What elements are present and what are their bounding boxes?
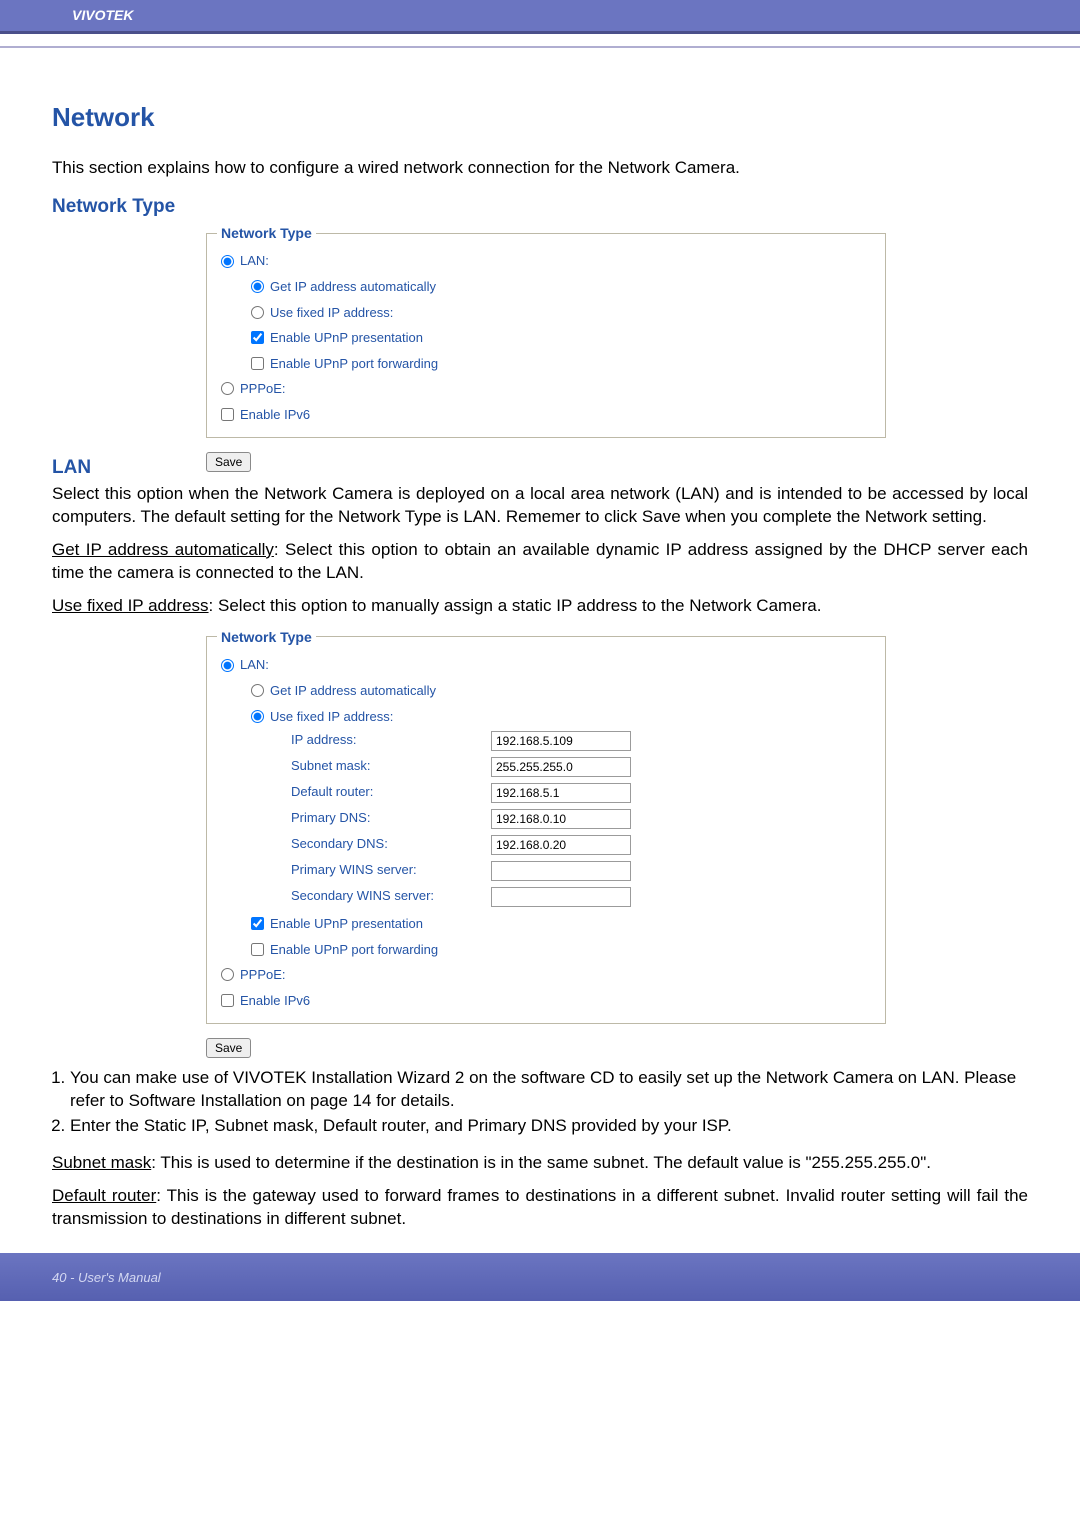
get-ip-label-2: Get IP address automatically [270, 682, 436, 700]
use-fixed-row-2: Use fixed IP address: [217, 704, 875, 730]
ip-address-field[interactable] [491, 731, 631, 751]
pppoe-row: PPPoE: [217, 376, 875, 402]
save-button-1[interactable]: Save [206, 452, 251, 472]
lan-radio[interactable] [221, 255, 234, 268]
network-type-heading: Network Type [52, 194, 1028, 220]
upnp-pres-label-2: Enable UPnP presentation [270, 915, 423, 933]
ipv6-label-2: Enable IPv6 [240, 992, 310, 1010]
pppoe-radio[interactable] [221, 382, 234, 395]
notes-list: You can make use of VIVOTEK Installation… [70, 1067, 1028, 1138]
section-intro: This section explains how to configure a… [52, 157, 1028, 180]
primary-dns-field[interactable] [491, 809, 631, 829]
secondary-dns-field[interactable] [491, 835, 631, 855]
defroute-underline: Default router [52, 1186, 156, 1205]
use-fixed-radio-2[interactable] [251, 710, 264, 723]
defroute-desc: : This is the gateway used to forward fr… [52, 1186, 1028, 1228]
lan-heading: LAN [52, 455, 1028, 481]
ipv6-row-2: Enable IPv6 [217, 988, 875, 1014]
lan-paragraph: Select this option when the Network Came… [52, 483, 1028, 529]
get-ip-para: Get IP address automatically: Select thi… [52, 539, 1028, 585]
network-type-panel-2: Network Type LAN: Get IP address automat… [206, 628, 886, 1025]
use-fixed-label: Use fixed IP address: [270, 304, 393, 322]
ipv6-label: Enable IPv6 [240, 406, 310, 424]
header-brand: VIVOTEK [0, 0, 1080, 34]
footer-page: 40 - User's Manual [52, 1270, 161, 1285]
secondary-wins-label: Secondary WINS server: [291, 887, 491, 907]
subnet-para: Subnet mask: This is used to determine i… [52, 1152, 1028, 1175]
pppoe-label: PPPoE: [240, 380, 286, 398]
get-ip-row: Get IP address automatically [217, 274, 875, 300]
upnp-pres-row: Enable UPnP presentation [217, 325, 875, 351]
panel1-legend: Network Type [217, 224, 316, 243]
lan-para-text: Select this option when the Network Came… [52, 484, 1028, 526]
ip-grid: IP address: Subnet mask: Default router:… [217, 731, 875, 907]
network-type-panel-1: Network Type LAN: Get IP address automat… [206, 224, 886, 439]
upnp-port-row-2: Enable UPnP port forwarding [217, 937, 875, 963]
upnp-port-label-2: Enable UPnP port forwarding [270, 941, 438, 959]
secondary-dns-label: Secondary DNS: [291, 835, 491, 855]
subnet-underline: Subnet mask [52, 1153, 151, 1172]
note-1: You can make use of VIVOTEK Installation… [70, 1067, 1028, 1113]
primary-wins-label: Primary WINS server: [291, 861, 491, 881]
note-2: Enter the Static IP, Subnet mask, Defaul… [70, 1115, 1028, 1138]
pppoe-row-2: PPPoE: [217, 962, 875, 988]
upnp-port-checkbox[interactable] [251, 357, 264, 370]
default-router-label: Default router: [291, 783, 491, 803]
section-title: Network [52, 100, 1028, 135]
save-button-2[interactable]: Save [206, 1038, 251, 1058]
footer: 40 - User's Manual [0, 1253, 1080, 1301]
use-fixed-desc: : Select this option to manually assign … [209, 596, 822, 615]
panel2-legend: Network Type [217, 628, 316, 647]
upnp-port-checkbox-2[interactable] [251, 943, 264, 956]
lan-radio-2[interactable] [221, 659, 234, 672]
primary-dns-label: Primary DNS: [291, 809, 491, 829]
get-ip-label: Get IP address automatically [270, 278, 436, 296]
upnp-pres-row-2: Enable UPnP presentation [217, 911, 875, 937]
upnp-pres-checkbox[interactable] [251, 331, 264, 344]
use-fixed-para: Use fixed IP address: Select this option… [52, 595, 1028, 618]
get-ip-row-2: Get IP address automatically [217, 678, 875, 704]
defroute-para: Default router: This is the gateway used… [52, 1185, 1028, 1231]
ipv6-checkbox[interactable] [221, 408, 234, 421]
use-fixed-row: Use fixed IP address: [217, 300, 875, 326]
upnp-port-row: Enable UPnP port forwarding [217, 351, 875, 377]
upnp-pres-label: Enable UPnP presentation [270, 329, 423, 347]
subnet-desc: : This is used to determine if the desti… [151, 1153, 931, 1172]
lan-radio-row: LAN: [217, 248, 875, 274]
ip-address-label: IP address: [291, 731, 491, 751]
subnet-mask-label: Subnet mask: [291, 757, 491, 777]
use-fixed-underline: Use fixed IP address [52, 596, 209, 615]
lan-radio-row-2: LAN: [217, 652, 875, 678]
subnet-mask-field[interactable] [491, 757, 631, 777]
secondary-wins-field[interactable] [491, 887, 631, 907]
lan-label: LAN: [240, 252, 269, 270]
ipv6-row: Enable IPv6 [217, 402, 875, 428]
get-ip-underline: Get IP address automatically [52, 540, 274, 559]
primary-wins-field[interactable] [491, 861, 631, 881]
upnp-port-label: Enable UPnP port forwarding [270, 355, 438, 373]
get-ip-radio-2[interactable] [251, 684, 264, 697]
ipv6-checkbox-2[interactable] [221, 994, 234, 1007]
use-fixed-label-2: Use fixed IP address: [270, 708, 393, 726]
pppoe-label-2: PPPoE: [240, 966, 286, 984]
lan-label-2: LAN: [240, 656, 269, 674]
default-router-field[interactable] [491, 783, 631, 803]
page-content: Network This section explains how to con… [0, 48, 1080, 1231]
upnp-pres-checkbox-2[interactable] [251, 917, 264, 930]
pppoe-radio-2[interactable] [221, 968, 234, 981]
get-ip-radio[interactable] [251, 280, 264, 293]
use-fixed-radio[interactable] [251, 306, 264, 319]
